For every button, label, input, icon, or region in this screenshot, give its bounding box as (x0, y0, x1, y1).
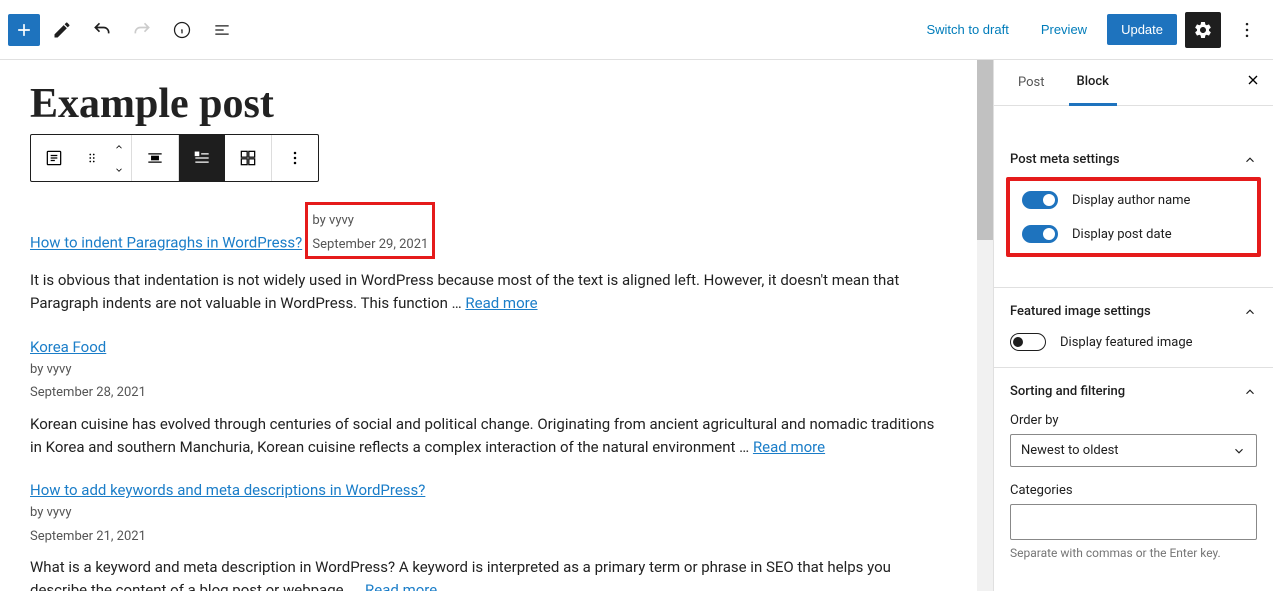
close-icon (1245, 72, 1261, 88)
align-icon (145, 148, 165, 168)
drag-icon (85, 151, 99, 165)
preview-button[interactable]: Preview (1029, 14, 1099, 45)
setting-display-date: Display post date (1022, 225, 1245, 243)
post-date: September 28, 2021 (30, 383, 947, 403)
setting-label: Display post date (1072, 227, 1172, 242)
editor-scrollbar[interactable] (977, 60, 993, 591)
info-button[interactable] (164, 12, 200, 48)
order-by-select[interactable]: Newest to oldest (1010, 434, 1257, 467)
categories-help-text: Separate with commas or the Enter key. (1010, 546, 1257, 560)
edit-tool-button[interactable] (44, 12, 80, 48)
switch-to-draft-button[interactable]: Switch to draft (914, 14, 1020, 45)
post-list-item: Korea Food by vyvy September 28, 2021 Ko… (30, 338, 947, 460)
block-more-button[interactable] (272, 135, 318, 181)
post-title-link[interactable]: Korea Food (30, 338, 106, 356)
align-button[interactable] (132, 135, 178, 181)
post-author: by vyvy (312, 211, 428, 231)
post-excerpt: What is a keyword and meta description i… (30, 556, 947, 591)
chevron-up-icon (114, 142, 124, 152)
setting-display-featured: Display featured image (1010, 333, 1257, 351)
annotation-highlight: Display author name Display post date (1006, 177, 1261, 257)
more-vertical-icon (285, 148, 305, 168)
chevron-down-icon (1232, 444, 1246, 458)
panel-header-post-meta[interactable]: Post meta settings (1010, 152, 1257, 167)
undo-button[interactable] (84, 12, 120, 48)
post-title-link[interactable]: How to add keywords and meta description… (30, 481, 425, 499)
drag-handle-button[interactable] (77, 135, 107, 181)
list-view-button[interactable] (179, 135, 225, 181)
panel-header-sorting[interactable]: Sorting and filtering (1010, 384, 1257, 399)
chevron-up-icon (1243, 385, 1257, 399)
chevron-down-icon (114, 165, 124, 175)
outline-button[interactable] (204, 12, 240, 48)
featured-image-settings-panel: Featured image settings Display featured… (994, 288, 1273, 368)
sidebar-tabs: Post Block (994, 60, 1273, 106)
list-view-icon (192, 148, 212, 168)
setting-display-author: Display author name (1022, 191, 1245, 209)
move-down-button[interactable] (107, 158, 131, 181)
toggle-display-author[interactable] (1022, 191, 1058, 209)
tab-block[interactable]: Block (1069, 60, 1117, 106)
list-block-icon (44, 148, 64, 168)
move-up-button[interactable] (107, 135, 131, 158)
add-block-button[interactable] (8, 14, 40, 46)
post-title-link[interactable]: How to indent Paragraghs in WordPress? (30, 234, 302, 252)
post-author: by vyvy (30, 360, 947, 380)
read-more-link[interactable]: Read more (365, 581, 437, 591)
order-by-label: Order by (1010, 413, 1257, 428)
chevron-up-icon (1243, 305, 1257, 319)
settings-sidebar: Post Block Post meta settings Display au… (993, 60, 1273, 591)
post-meta-settings-panel: Post meta settings Display author name D… (994, 136, 1273, 288)
post-list-item: How to add keywords and meta description… (30, 481, 947, 591)
settings-button[interactable] (1185, 12, 1221, 48)
toolbar-left (8, 12, 240, 48)
setting-label: Display author name (1072, 193, 1190, 208)
post-excerpt: It is obvious that indentation is not wi… (30, 269, 947, 316)
chevron-up-icon (1243, 153, 1257, 167)
read-more-link[interactable]: Read more (753, 438, 825, 456)
post-date: September 21, 2021 (30, 527, 947, 547)
scrollbar-thumb[interactable] (977, 60, 993, 240)
sorting-filtering-panel: Sorting and filtering Order by Newest to… (994, 368, 1273, 576)
categories-input[interactable] (1010, 504, 1257, 540)
annotation-highlight: by vyvy September 29, 2021 (305, 202, 435, 259)
read-more-link[interactable]: Read more (465, 294, 537, 312)
post-excerpt: Korean cuisine has evolved through centu… (30, 413, 947, 460)
more-options-button[interactable] (1229, 12, 1265, 48)
grid-view-icon (238, 148, 258, 168)
toggle-display-date[interactable] (1022, 225, 1058, 243)
toolbar-right: Switch to draft Preview Update (914, 12, 1265, 48)
toggle-display-featured[interactable] (1010, 333, 1046, 351)
grid-view-button[interactable] (225, 135, 271, 181)
editor-canvas[interactable]: Example post (0, 60, 977, 591)
post-author: by vyvy (30, 503, 947, 523)
update-button[interactable]: Update (1107, 14, 1177, 45)
post-title[interactable]: Example post (30, 80, 947, 128)
categories-label: Categories (1010, 483, 1257, 498)
top-toolbar: Switch to draft Preview Update (0, 0, 1273, 60)
post-list-item: How to indent Paragraghs in WordPress? b… (30, 200, 947, 316)
block-type-button[interactable] (31, 135, 77, 181)
redo-button[interactable] (124, 12, 160, 48)
close-sidebar-button[interactable] (1245, 72, 1261, 88)
panel-header-featured-image[interactable]: Featured image settings (1010, 304, 1257, 319)
tab-post[interactable]: Post (1010, 61, 1053, 104)
setting-label: Display featured image (1060, 335, 1193, 350)
block-toolbar (30, 134, 319, 182)
post-date: September 29, 2021 (312, 235, 428, 255)
